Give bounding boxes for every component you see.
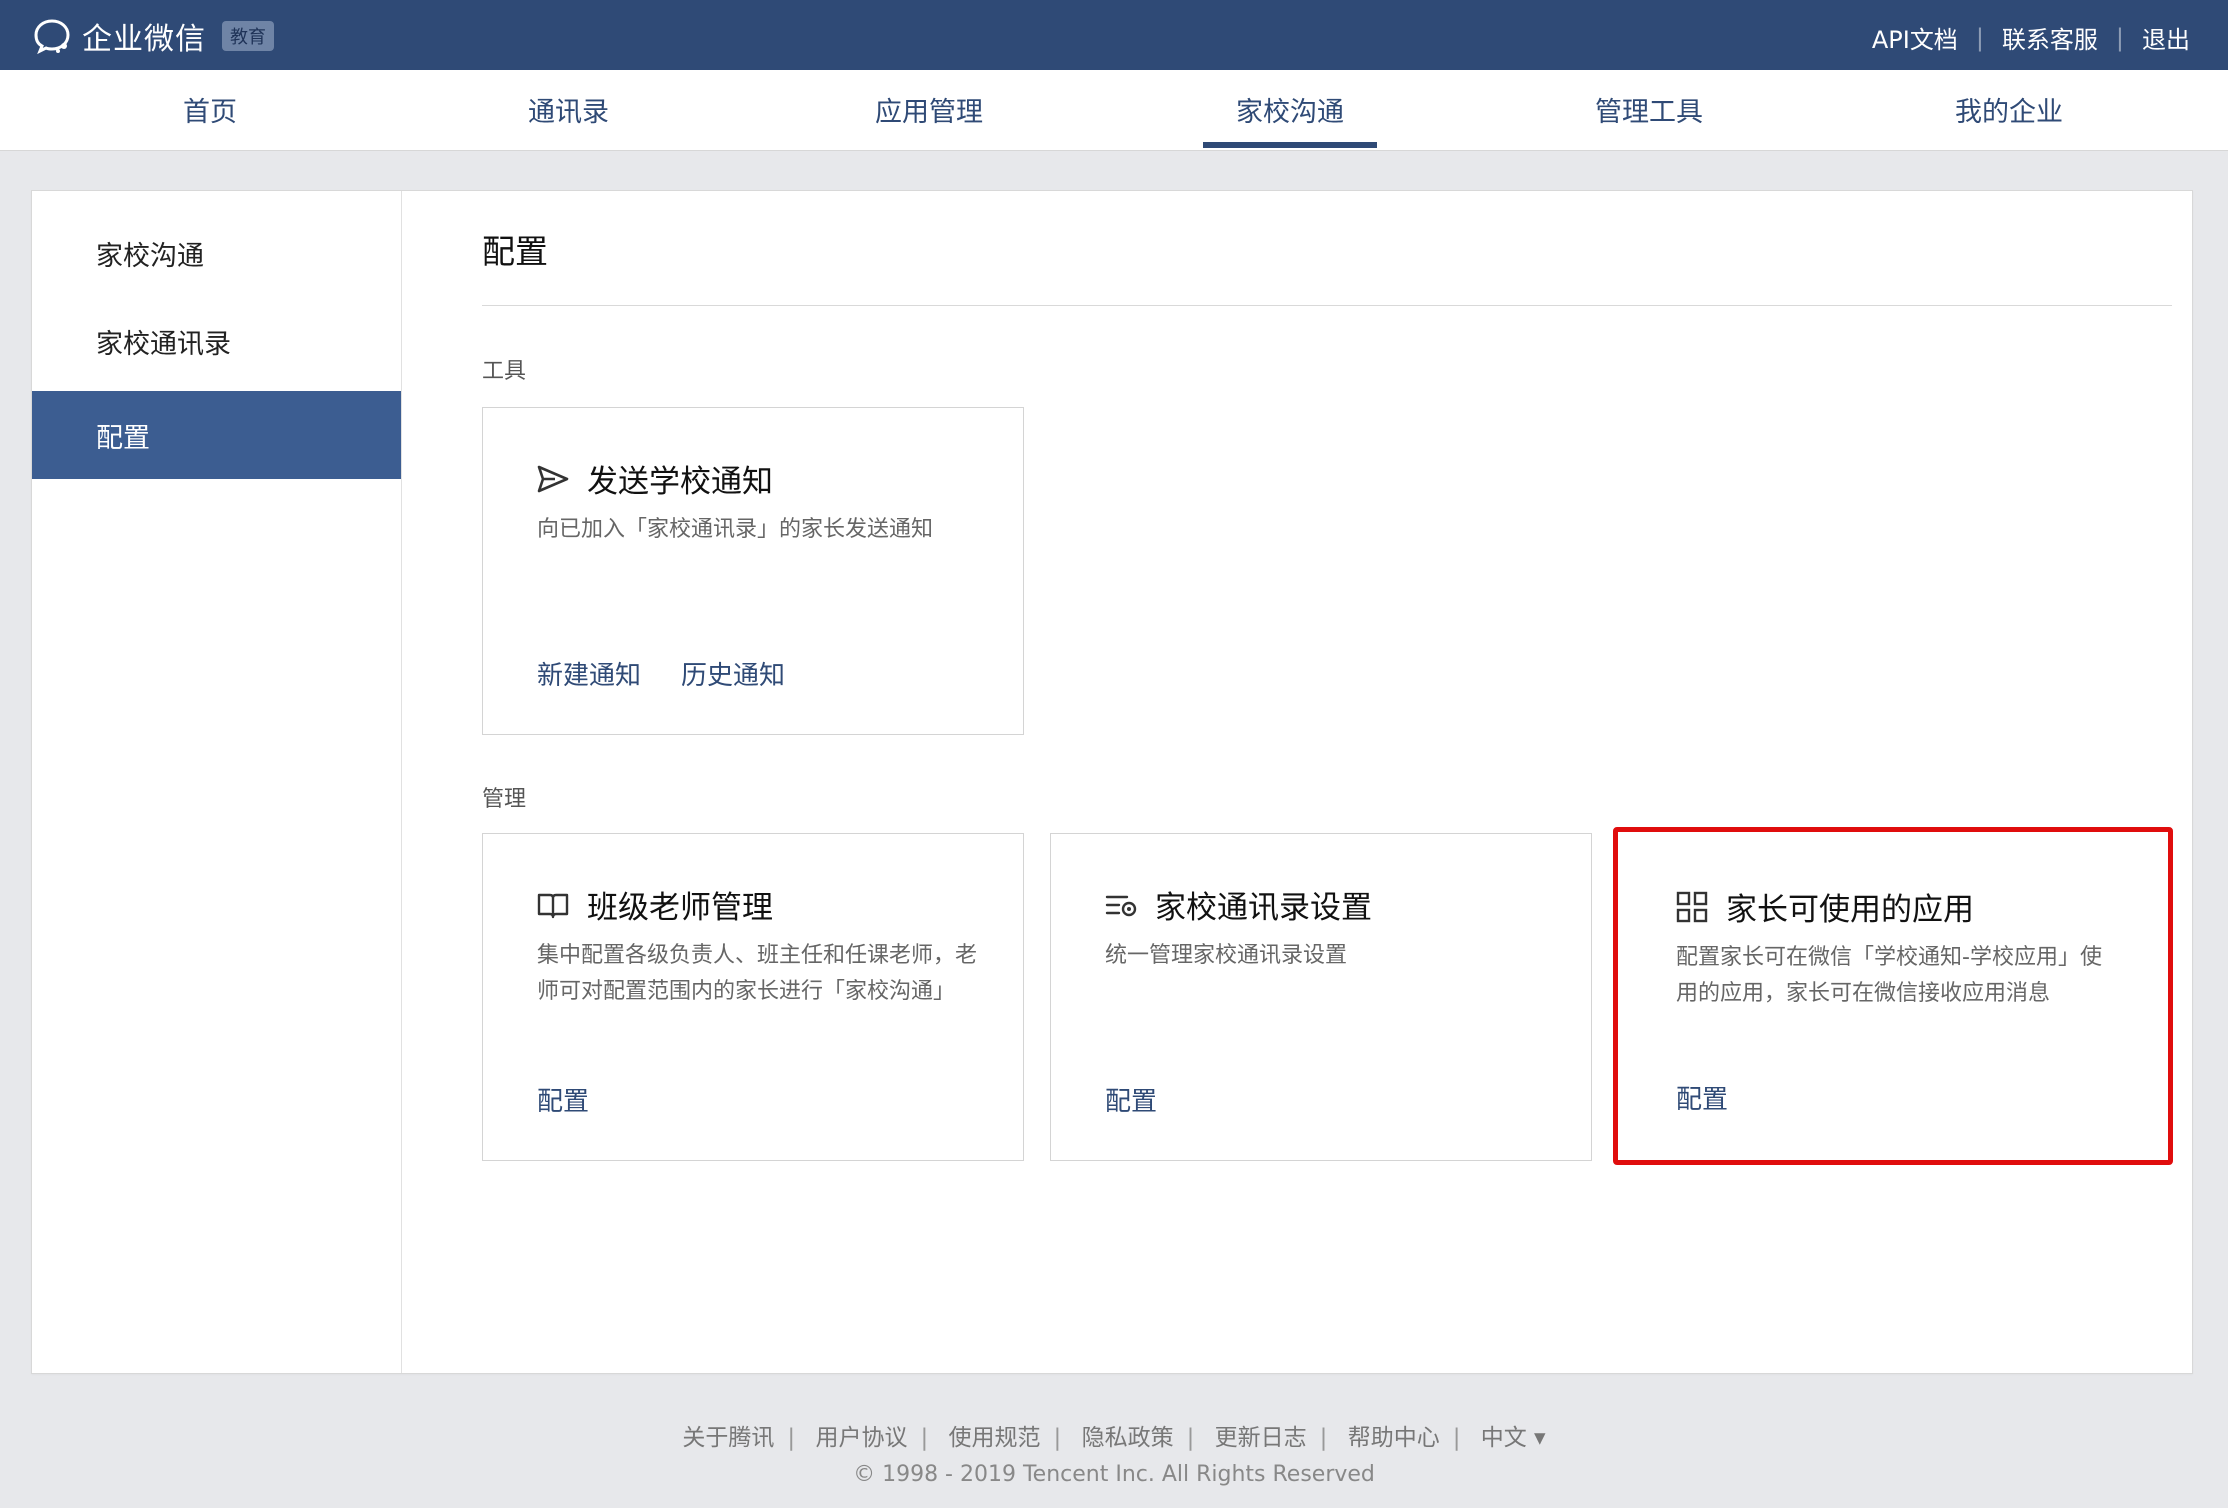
sidebar-item-label: 配置 — [96, 422, 150, 454]
tab-my-enterprise[interactable]: 我的企业 — [1955, 90, 2063, 129]
title-divider — [482, 305, 2172, 306]
card-title: 发送学校通知 — [587, 464, 773, 500]
api-docs-link[interactable]: API文档 — [1872, 20, 1958, 55]
configure-link[interactable]: 配置 — [1105, 1081, 1157, 1118]
usage-rules-link[interactable]: 使用规范 — [949, 1425, 1041, 1451]
apps-grid-icon — [1676, 891, 1708, 922]
tab-home[interactable]: 首页 — [183, 90, 237, 129]
logout-link[interactable]: 退出 — [2142, 20, 2190, 55]
about-tencent-link[interactable]: 关于腾讯 — [682, 1425, 774, 1451]
footer-separator: | — [1186, 1425, 1195, 1451]
copyright-text: © 1998 - 2019 Tencent Inc. All Rights Re… — [853, 1462, 1375, 1487]
header-link-separator: | — [2115, 23, 2124, 52]
top-header: 企业微信 教育 API文档 | 联系客服 | 退出 — [0, 0, 2228, 70]
tab-home-school[interactable]: 家校沟通 — [1236, 90, 1344, 129]
education-badge: 教育 — [222, 21, 274, 51]
footer-separator: | — [1319, 1425, 1328, 1451]
tab-management-tools[interactable]: 管理工具 — [1595, 90, 1703, 129]
send-school-notice-card: 发送学校通知 向已加入「家校通讯录」的家长发送通知 新建通知 历史通知 — [482, 407, 1024, 735]
card-description: 配置家长可在微信「学校通知-学校应用」使用的应用，家长可在微信接收应用消息 — [1676, 945, 2102, 1006]
active-tab-underline — [1203, 142, 1377, 148]
tab-app-management[interactable]: 应用管理 — [875, 90, 983, 129]
configure-link[interactable]: 配置 — [537, 1081, 589, 1118]
card-description: 向已加入「家校通讯录」的家长发送通知 — [537, 517, 934, 542]
card-header: 班级老师管理 — [535, 882, 773, 927]
tools-section-label: 工具 — [482, 359, 527, 384]
card-header: 发送学校通知 — [535, 456, 773, 501]
class-teacher-management-card: 班级老师管理 集中配置各级负责人、班主任和任课老师，老师可对配置范围内的家长进行… — [482, 833, 1024, 1161]
card-description: 统一管理家校通讯录设置 — [1105, 943, 1348, 968]
help-center-link[interactable]: 帮助中心 — [1348, 1425, 1440, 1451]
privacy-policy-link[interactable]: 隐私政策 — [1082, 1425, 1174, 1451]
card-header: 家长可使用的应用 — [1674, 884, 1974, 929]
school-contacts-settings-card: 家校通讯录设置 统一管理家校通讯录设置 配置 — [1050, 833, 1592, 1161]
changelog-link[interactable]: 更新日志 — [1215, 1425, 1307, 1451]
card-actions: 配置 — [1676, 1079, 1728, 1116]
product-name: 企业微信 — [82, 22, 206, 57]
header-link-separator: | — [1975, 23, 1984, 52]
main-navigation: 首页 通讯录 应用管理 家校沟通 管理工具 我的企业 — [0, 70, 2228, 151]
management-section-label: 管理 — [482, 787, 527, 812]
card-title: 家校通讯录设置 — [1155, 890, 1372, 926]
list-settings-icon — [1105, 895, 1137, 916]
footer-separator: | — [787, 1425, 796, 1451]
new-notice-link[interactable]: 新建通知 — [537, 655, 641, 692]
tab-contacts[interactable]: 通讯录 — [528, 90, 609, 129]
sidebar: 家校沟通 家校通讯录 配置 — [32, 191, 402, 1373]
card-header: 家校通讯录设置 — [1103, 882, 1372, 927]
card-actions: 配置 — [1105, 1081, 1157, 1118]
card-actions: 新建通知 历史通知 — [537, 655, 785, 692]
card-description: 集中配置各级负责人、班主任和任课老师，老师可对配置范围内的家长进行「家校沟通」 — [537, 943, 978, 1004]
send-icon — [537, 465, 569, 492]
configure-link[interactable]: 配置 — [1676, 1079, 1728, 1116]
user-agreement-link[interactable]: 用户协议 — [815, 1425, 907, 1451]
main-panel: 家校沟通 家校通讯录 配置 配置 工具 发送学校通知 向已加入「家校通讯录」的家… — [31, 190, 2193, 1374]
sidebar-item-settings[interactable]: 配置 — [32, 391, 401, 479]
history-notice-link[interactable]: 历史通知 — [681, 655, 785, 692]
sidebar-item-label: 家校沟通 — [96, 240, 204, 272]
sidebar-item-school-contacts[interactable]: 家校通讯录 — [32, 297, 401, 385]
contact-support-link[interactable]: 联系客服 — [2002, 20, 2098, 55]
card-title: 班级老师管理 — [587, 890, 773, 926]
content-area: 配置 工具 发送学校通知 向已加入「家校通讯录」的家长发送通知 新建通知 历史通… — [402, 191, 2192, 1373]
page-title: 配置 — [482, 232, 548, 271]
footer-separator: | — [920, 1425, 929, 1451]
sidebar-item-label: 家校通讯录 — [96, 328, 231, 360]
book-icon — [537, 893, 569, 918]
parent-available-apps-card: 家长可使用的应用 配置家长可在微信「学校通知-学校应用」使用的应用，家长可在微信… — [1613, 827, 2173, 1165]
card-title: 家长可使用的应用 — [1726, 892, 1974, 928]
header-links: API文档 | 联系客服 | 退出 — [1872, 20, 2190, 55]
wecom-logo-icon — [34, 19, 70, 55]
sidebar-item-home-school[interactable]: 家校沟通 — [32, 209, 401, 297]
footer-separator: | — [1053, 1425, 1062, 1451]
language-selector[interactable]: 中文 ▾ — [1481, 1425, 1546, 1451]
card-actions: 配置 — [537, 1081, 589, 1118]
footer-separator: | — [1452, 1425, 1461, 1451]
footer-links: 关于腾讯 | 用户协议 | 使用规范 | 隐私政策 | 更新日志 | 帮助中心 | 中文 ▾ — [0, 1418, 2228, 1452]
logo: 企业微信 教育 — [30, 14, 274, 58]
